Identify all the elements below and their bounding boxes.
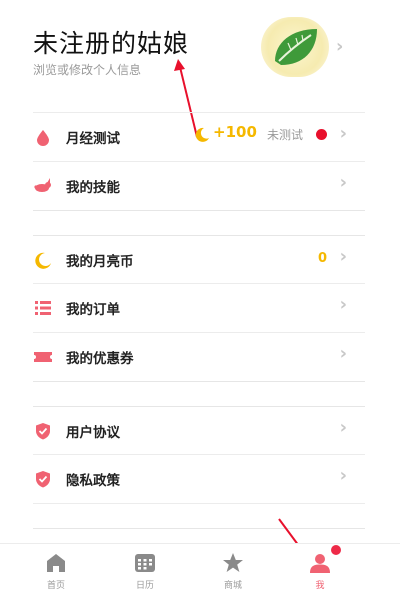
tab-label: 首页	[46, 581, 65, 591]
chevron-right-icon: ›	[336, 36, 344, 57]
chevron-right-icon: ›	[339, 172, 347, 193]
chevron-right-icon: ›	[339, 246, 347, 267]
menu-item-label: 我的技能	[66, 180, 120, 196]
status-dot	[316, 129, 327, 140]
home-icon	[47, 554, 65, 572]
menu-item-orders[interactable]: 我的订单 ›	[33, 284, 365, 332]
moon-icon	[195, 127, 209, 142]
profile-subtitle: 浏览或修改个人信息	[33, 63, 142, 77]
avatar[interactable]	[261, 17, 329, 77]
person-icon	[310, 554, 330, 573]
chevron-right-icon: ›	[339, 465, 347, 486]
menu-item-moon-coins[interactable]: 我的月亮币 ›	[33, 236, 365, 284]
menu-item-label: 用户协议	[66, 425, 120, 441]
menu-item-user-agreement[interactable]: 用户协议 ›	[33, 407, 365, 455]
ticket-icon	[34, 352, 52, 362]
shield-icon	[36, 471, 50, 488]
profile-name: 未注册的姑娘	[33, 29, 190, 58]
menu-item-skills[interactable]: 我的技能 ›	[33, 162, 365, 210]
calendar-icon	[135, 554, 155, 572]
chevron-right-icon: ›	[339, 343, 347, 364]
menu-item-coupons[interactable]: 我的优惠券 ›	[33, 333, 365, 381]
menu-item-privacy-policy[interactable]: 隐私政策 ›	[33, 455, 365, 503]
moon-coin-count: 0	[318, 251, 328, 266]
menu-item-label: 月经测试	[66, 131, 120, 147]
star-icon	[223, 553, 243, 572]
points-reward: +100	[213, 123, 257, 141]
tab-label: 我	[315, 581, 325, 591]
menu-item-label: 我的优惠券	[66, 351, 134, 367]
leaf-icon	[275, 29, 317, 65]
menu-item-label: 隐私政策	[66, 473, 120, 489]
tab-label: 日历	[135, 581, 154, 591]
shield-icon	[36, 423, 50, 440]
notification-badge	[331, 545, 341, 555]
tab-home[interactable]: 首页	[31, 544, 81, 600]
divider	[33, 210, 365, 211]
chevron-right-icon: ›	[339, 294, 347, 315]
status-text: 未测试	[267, 128, 304, 142]
divider	[33, 503, 365, 504]
menu-item-label: 我的月亮币	[66, 254, 134, 270]
moon-icon	[35, 252, 51, 269]
tab-mall[interactable]: 商城	[208, 544, 258, 600]
droplet-icon	[37, 130, 49, 146]
tab-calendar[interactable]: 日历	[120, 544, 170, 600]
divider	[33, 381, 365, 382]
list-icon	[35, 301, 51, 315]
chevron-right-icon: ›	[339, 123, 347, 144]
menu-item-label: 我的订单	[66, 302, 120, 318]
rabbit-icon	[34, 178, 51, 192]
tab-label: 商城	[223, 581, 242, 591]
chevron-right-icon: ›	[339, 417, 347, 438]
